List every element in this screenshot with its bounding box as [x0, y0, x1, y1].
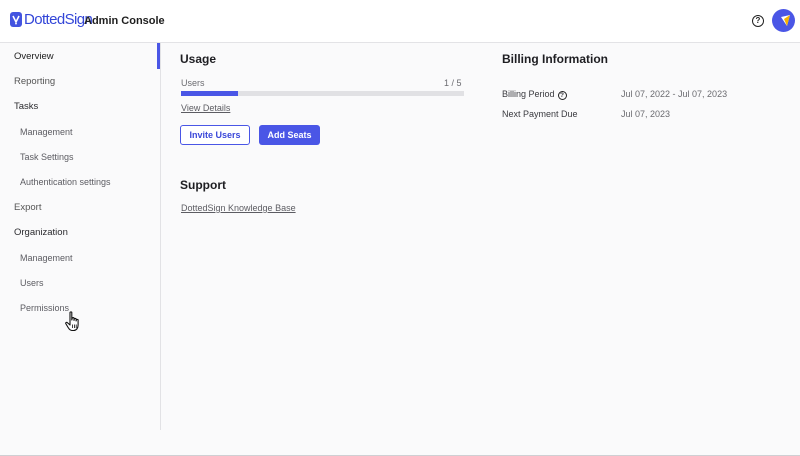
next-payment-label: Next Payment Due	[502, 109, 578, 119]
invite-users-button[interactable]: Invite Users	[180, 125, 250, 145]
next-payment-value: Jul 07, 2023	[621, 109, 671, 119]
view-details-link[interactable]: View Details	[181, 103, 230, 113]
hand-pointer-cursor-icon	[64, 311, 84, 338]
top-bar: DottedSign Admin Console ?	[0, 0, 800, 43]
sidebar-item-reporting[interactable]: Reporting	[14, 76, 55, 87]
question-circle-icon[interactable]: ?	[557, 91, 567, 100]
users-progress-fill	[181, 91, 238, 96]
sidebar-divider	[160, 43, 161, 430]
active-nav-indicator	[157, 43, 160, 69]
question-circle-icon[interactable]: ?	[752, 15, 764, 27]
sidebar-item-task-settings[interactable]: Task Settings	[20, 152, 74, 162]
dottedsign-logo-icon	[10, 12, 22, 27]
brand-name: DottedSign	[24, 11, 93, 28]
usage-title: Usage	[180, 52, 217, 66]
add-seats-button[interactable]: Add Seats	[259, 125, 320, 145]
sidebar-item-export[interactable]: Export	[14, 202, 41, 213]
sidebar-group-tasks[interactable]: Tasks	[14, 101, 38, 112]
brand-logo[interactable]: DottedSign	[10, 11, 93, 28]
billing-title: Billing Information	[502, 52, 608, 66]
billing-period-value: Jul 07, 2022 - Jul 07, 2023	[621, 89, 728, 99]
app-title: Admin Console	[84, 15, 165, 27]
users-count: 1 / 5	[444, 78, 462, 88]
user-avatar-icon[interactable]	[772, 9, 795, 32]
sidebar-item-org-management[interactable]: Management	[20, 253, 73, 263]
knowledge-base-link[interactable]: DottedSign Knowledge Base	[181, 203, 296, 213]
sidebar-item-permissions[interactable]: Permissions	[20, 303, 69, 313]
users-label: Users	[181, 78, 205, 88]
billing-period-text: Billing Period	[502, 89, 555, 99]
sidebar-item-authentication-settings[interactable]: Authentication settings	[20, 177, 111, 187]
sidebar-item-users[interactable]: Users	[20, 278, 44, 288]
sidebar-group-organization[interactable]: Organization	[14, 227, 68, 238]
support-title: Support	[180, 178, 226, 192]
users-progress-bar	[181, 91, 464, 96]
sidebar-item-task-management[interactable]: Management	[20, 127, 73, 137]
sidebar-item-overview[interactable]: Overview	[14, 51, 54, 62]
billing-period-label: Billing Period?	[502, 89, 567, 100]
